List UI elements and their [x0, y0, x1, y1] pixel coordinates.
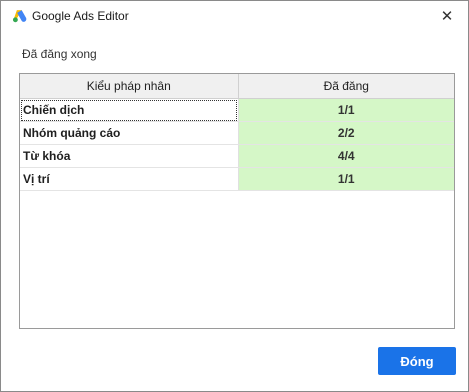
- results-table: Kiểu pháp nhân Đã đăng Chiến dịch 1/1 Nh…: [20, 74, 454, 191]
- table-row[interactable]: Chiến dịch 1/1: [20, 98, 454, 122]
- results-panel: Kiểu pháp nhân Đã đăng Chiến dịch 1/1 Nh…: [19, 73, 455, 329]
- entity-type-cell[interactable]: Nhóm quảng cáo: [20, 121, 239, 145]
- close-button[interactable]: Đóng: [378, 347, 456, 375]
- column-header-entity-type[interactable]: Kiểu pháp nhân: [20, 74, 239, 99]
- table-row[interactable]: Nhóm quảng cáo 2/2: [20, 121, 454, 145]
- entity-type-cell[interactable]: Chiến dịch: [20, 98, 239, 122]
- posted-count-cell: 4/4: [238, 144, 454, 168]
- window-title: Google Ads Editor: [32, 9, 129, 23]
- status-message: Đã đăng xong: [22, 47, 97, 61]
- close-icon[interactable]: ✕: [436, 5, 458, 27]
- entity-type-cell[interactable]: Vị trí: [20, 167, 239, 191]
- google-ads-logo-icon: [12, 10, 27, 23]
- posted-count-cell: 1/1: [238, 167, 454, 191]
- entity-type-cell[interactable]: Từ khóa: [20, 144, 239, 168]
- dialog-window: Google Ads Editor ✕ Đã đăng xong Kiểu ph…: [0, 0, 469, 392]
- table-row[interactable]: Từ khóa 4/4: [20, 144, 454, 168]
- table-header-row: Kiểu pháp nhân Đã đăng: [20, 74, 454, 99]
- table-row[interactable]: Vị trí 1/1: [20, 167, 454, 191]
- posted-count-cell: 1/1: [238, 98, 454, 122]
- posted-count-cell: 2/2: [238, 121, 454, 145]
- title-bar: Google Ads Editor ✕: [1, 1, 468, 31]
- column-header-posted[interactable]: Đã đăng: [238, 74, 454, 99]
